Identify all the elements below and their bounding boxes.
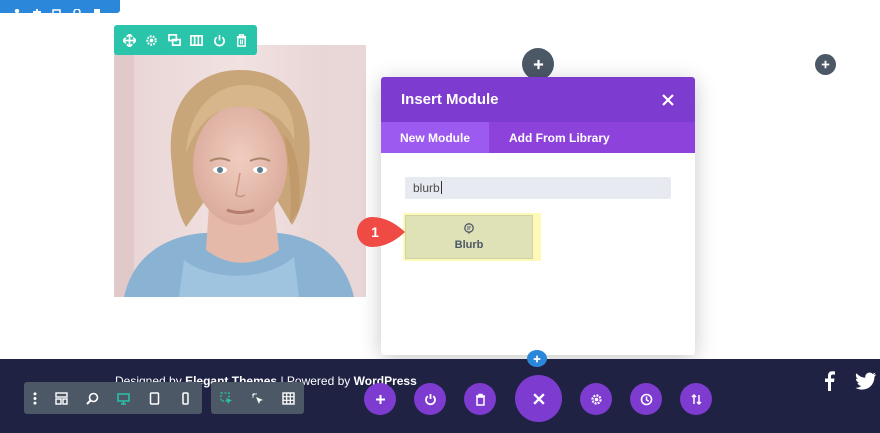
tab-add-from-library[interactable]: Add From Library: [489, 122, 630, 153]
dialog-title: Insert Module: [401, 91, 499, 108]
gear-icon[interactable]: [145, 33, 159, 47]
duplicate-icon[interactable]: [52, 3, 63, 16]
plus-icon: [533, 59, 543, 69]
portability-button[interactable]: [414, 383, 446, 415]
blurb-icon: [464, 223, 474, 235]
zoom-icon[interactable]: [77, 382, 108, 414]
add-row-button[interactable]: [527, 350, 547, 367]
module-toolbar: [114, 25, 257, 55]
gear-icon: [590, 393, 602, 405]
view-mode-toolbar: [24, 382, 202, 414]
power-icon[interactable]: [72, 3, 83, 16]
move-icon[interactable]: [122, 33, 136, 47]
wireframe-icon[interactable]: [46, 382, 77, 414]
plus-icon: [533, 355, 541, 362]
close-icon: [532, 392, 545, 405]
close-icon[interactable]: [661, 93, 675, 107]
dialog-tabs: New Module Add From Library: [381, 122, 695, 153]
interaction-mode-toolbar: [211, 382, 304, 414]
grid-icon[interactable]: [273, 382, 304, 414]
desktop-icon[interactable]: [108, 382, 139, 414]
add-module-button[interactable]: [522, 48, 554, 80]
divi-builder-canvas: Insert Module New Module Add From Librar…: [0, 0, 880, 433]
facebook-icon[interactable]: [820, 371, 840, 391]
power-icon: [424, 393, 436, 405]
blurb-module-option[interactable]: Blurb: [405, 215, 533, 259]
tablet-icon[interactable]: [139, 382, 170, 414]
click-select-icon[interactable]: [211, 382, 242, 414]
duplicate-icon[interactable]: [167, 33, 181, 47]
trash-icon: [475, 393, 485, 406]
blurb-label: Blurb: [454, 239, 484, 251]
move-icon[interactable]: [32, 3, 43, 16]
insert-module-dialog: Insert Module New Module Add From Librar…: [381, 77, 695, 355]
tab-new-module[interactable]: New Module: [381, 122, 489, 153]
save-options-button[interactable]: [680, 383, 712, 415]
power-icon[interactable]: [212, 33, 226, 47]
hover-icon[interactable]: [242, 382, 273, 414]
search-value: blurb: [413, 181, 440, 195]
clear-layout-button[interactable]: [464, 383, 496, 415]
trash-icon[interactable]: [235, 33, 249, 47]
section-toolbar: [0, 0, 120, 16]
history-icon: [640, 393, 652, 405]
add-section-button[interactable]: [364, 383, 396, 415]
portrait-image[interactable]: [114, 45, 366, 297]
phone-icon[interactable]: [170, 382, 201, 414]
dialog-header: Insert Module: [381, 77, 695, 122]
history-button[interactable]: [630, 383, 662, 415]
text-caret: [440, 181, 442, 194]
add-icon: [375, 394, 385, 404]
page-settings-button[interactable]: [580, 383, 612, 415]
gear-icon[interactable]: [12, 3, 23, 14]
columns-icon[interactable]: [190, 33, 204, 47]
twitter-icon[interactable]: [855, 371, 877, 391]
more-icon[interactable]: [24, 382, 46, 414]
step-number: 1: [371, 224, 379, 240]
add-column-module-button[interactable]: [815, 54, 836, 75]
sort-icon: [690, 393, 702, 405]
module-search-input[interactable]: blurb: [405, 177, 671, 199]
trash-icon[interactable]: [92, 3, 103, 16]
close-builder-button[interactable]: [515, 375, 562, 422]
plus-icon: [821, 60, 830, 69]
